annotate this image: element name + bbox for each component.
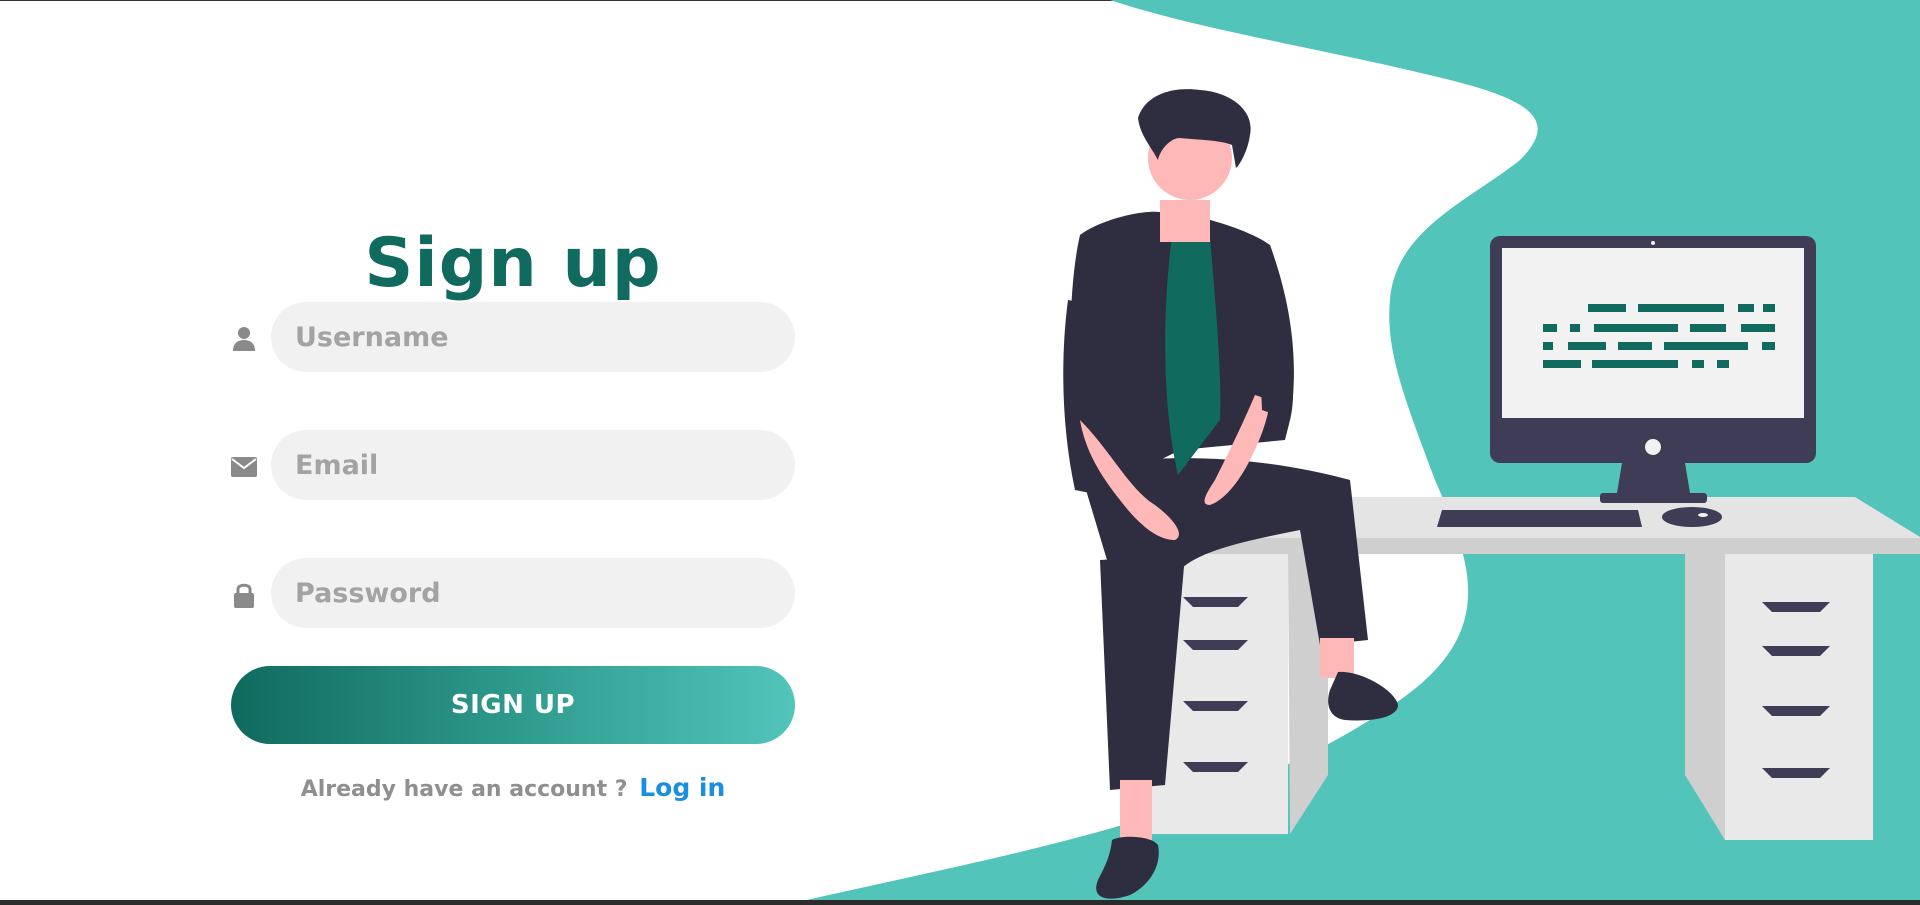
email-row bbox=[231, 430, 795, 502]
page-title: Sign up bbox=[364, 223, 662, 303]
email-input[interactable] bbox=[271, 430, 795, 500]
login-prompt-text: Already have an account ? bbox=[300, 777, 628, 802]
lock-icon bbox=[231, 582, 257, 608]
bottom-border bbox=[0, 900, 1920, 905]
signup-page: Sign up Username Email SIGN UP Already h… bbox=[0, 0, 1920, 905]
login-link[interactable]: Log in bbox=[639, 773, 725, 802]
login-prompt-line: Already have an account ? Log in bbox=[231, 772, 795, 806]
password-input[interactable] bbox=[271, 558, 795, 628]
password-row bbox=[231, 558, 795, 630]
mouse bbox=[1662, 507, 1722, 527]
desk bbox=[1148, 497, 1920, 840]
keyboard bbox=[1437, 510, 1642, 527]
user-icon bbox=[231, 326, 257, 352]
monitor bbox=[1490, 236, 1816, 503]
username-row bbox=[231, 302, 795, 374]
signup-button[interactable]: SIGN UP bbox=[231, 666, 795, 744]
username-input[interactable] bbox=[271, 302, 795, 372]
envelope-icon bbox=[231, 454, 257, 480]
